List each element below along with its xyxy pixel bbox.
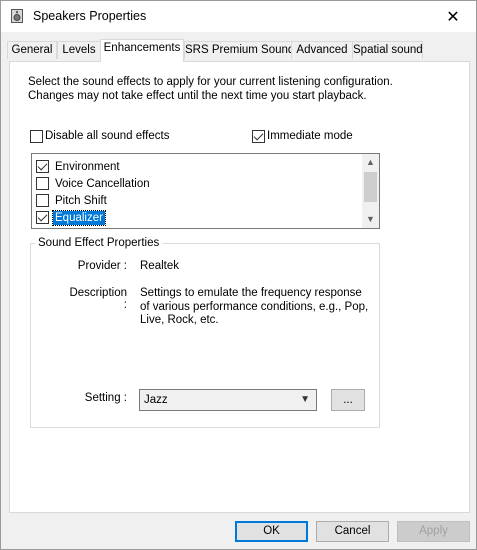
scrollbar-thumb[interactable] bbox=[364, 172, 377, 202]
list-scrollbar[interactable]: ▲ ▼ bbox=[362, 154, 379, 228]
sound-effects-list[interactable]: Environment Voice Cancellation Pitch Shi… bbox=[31, 153, 380, 229]
description-value: Settings to emulate the frequency respon… bbox=[140, 287, 369, 326]
tab-general[interactable]: General bbox=[7, 41, 57, 59]
setting-value: Jazz bbox=[144, 394, 168, 406]
close-button[interactable]: ✕ bbox=[430, 1, 476, 32]
effect-label: Voice Cancellation bbox=[55, 178, 150, 190]
effect-checkbox-voice-cancellation[interactable] bbox=[36, 177, 49, 190]
effect-checkbox-equalizer[interactable] bbox=[36, 211, 49, 224]
provider-value: Realtek bbox=[140, 260, 179, 272]
properties-window: Speakers Properties ✕ General Levels Enh… bbox=[0, 0, 477, 550]
immediate-mode-label[interactable]: Immediate mode bbox=[267, 130, 353, 142]
speaker-icon bbox=[11, 9, 23, 23]
chevron-down-icon: ▼ bbox=[300, 394, 310, 405]
setting-dropdown[interactable]: Jazz ▼ bbox=[139, 389, 317, 411]
apply-button[interactable]: Apply bbox=[397, 521, 470, 542]
effect-label: Pitch Shift bbox=[55, 195, 107, 207]
effect-checkbox-environment[interactable] bbox=[36, 160, 49, 173]
scroll-down-arrow-icon[interactable]: ▼ bbox=[362, 211, 379, 228]
ok-button[interactable]: OK bbox=[235, 521, 308, 542]
tab-spatial-sound[interactable]: Spatial sound bbox=[352, 41, 423, 59]
tab-srs-premium-sound[interactable]: SRS Premium Sound bbox=[184, 41, 294, 59]
tab-levels[interactable]: Levels bbox=[57, 41, 101, 59]
effect-label: Equalizer bbox=[52, 210, 106, 226]
disable-all-label[interactable]: Disable all sound effects bbox=[45, 130, 169, 142]
effect-checkbox-pitch-shift[interactable] bbox=[36, 194, 49, 207]
provider-key: Provider : bbox=[77, 260, 127, 272]
disable-all-checkbox[interactable] bbox=[30, 130, 43, 143]
description-key: Description : bbox=[69, 287, 127, 311]
tab-enhancements[interactable]: Enhancements bbox=[100, 39, 184, 62]
effect-label: Environment bbox=[55, 161, 120, 173]
scroll-up-arrow-icon[interactable]: ▲ bbox=[362, 154, 379, 171]
group-legend: Sound Effect Properties bbox=[35, 237, 163, 249]
window-title: Speakers Properties bbox=[33, 9, 147, 23]
close-icon: ✕ bbox=[446, 8, 460, 26]
more-settings-button[interactable]: ... bbox=[331, 389, 365, 411]
setting-key: Setting : bbox=[84, 392, 127, 404]
title-bar[interactable]: Speakers Properties ✕ bbox=[1, 1, 476, 32]
tab-advanced[interactable]: Advanced bbox=[291, 41, 353, 59]
enhancements-description: Select the sound effects to apply for yo… bbox=[28, 76, 393, 102]
cancel-button[interactable]: Cancel bbox=[316, 521, 389, 542]
immediate-mode-checkbox[interactable] bbox=[252, 130, 265, 143]
